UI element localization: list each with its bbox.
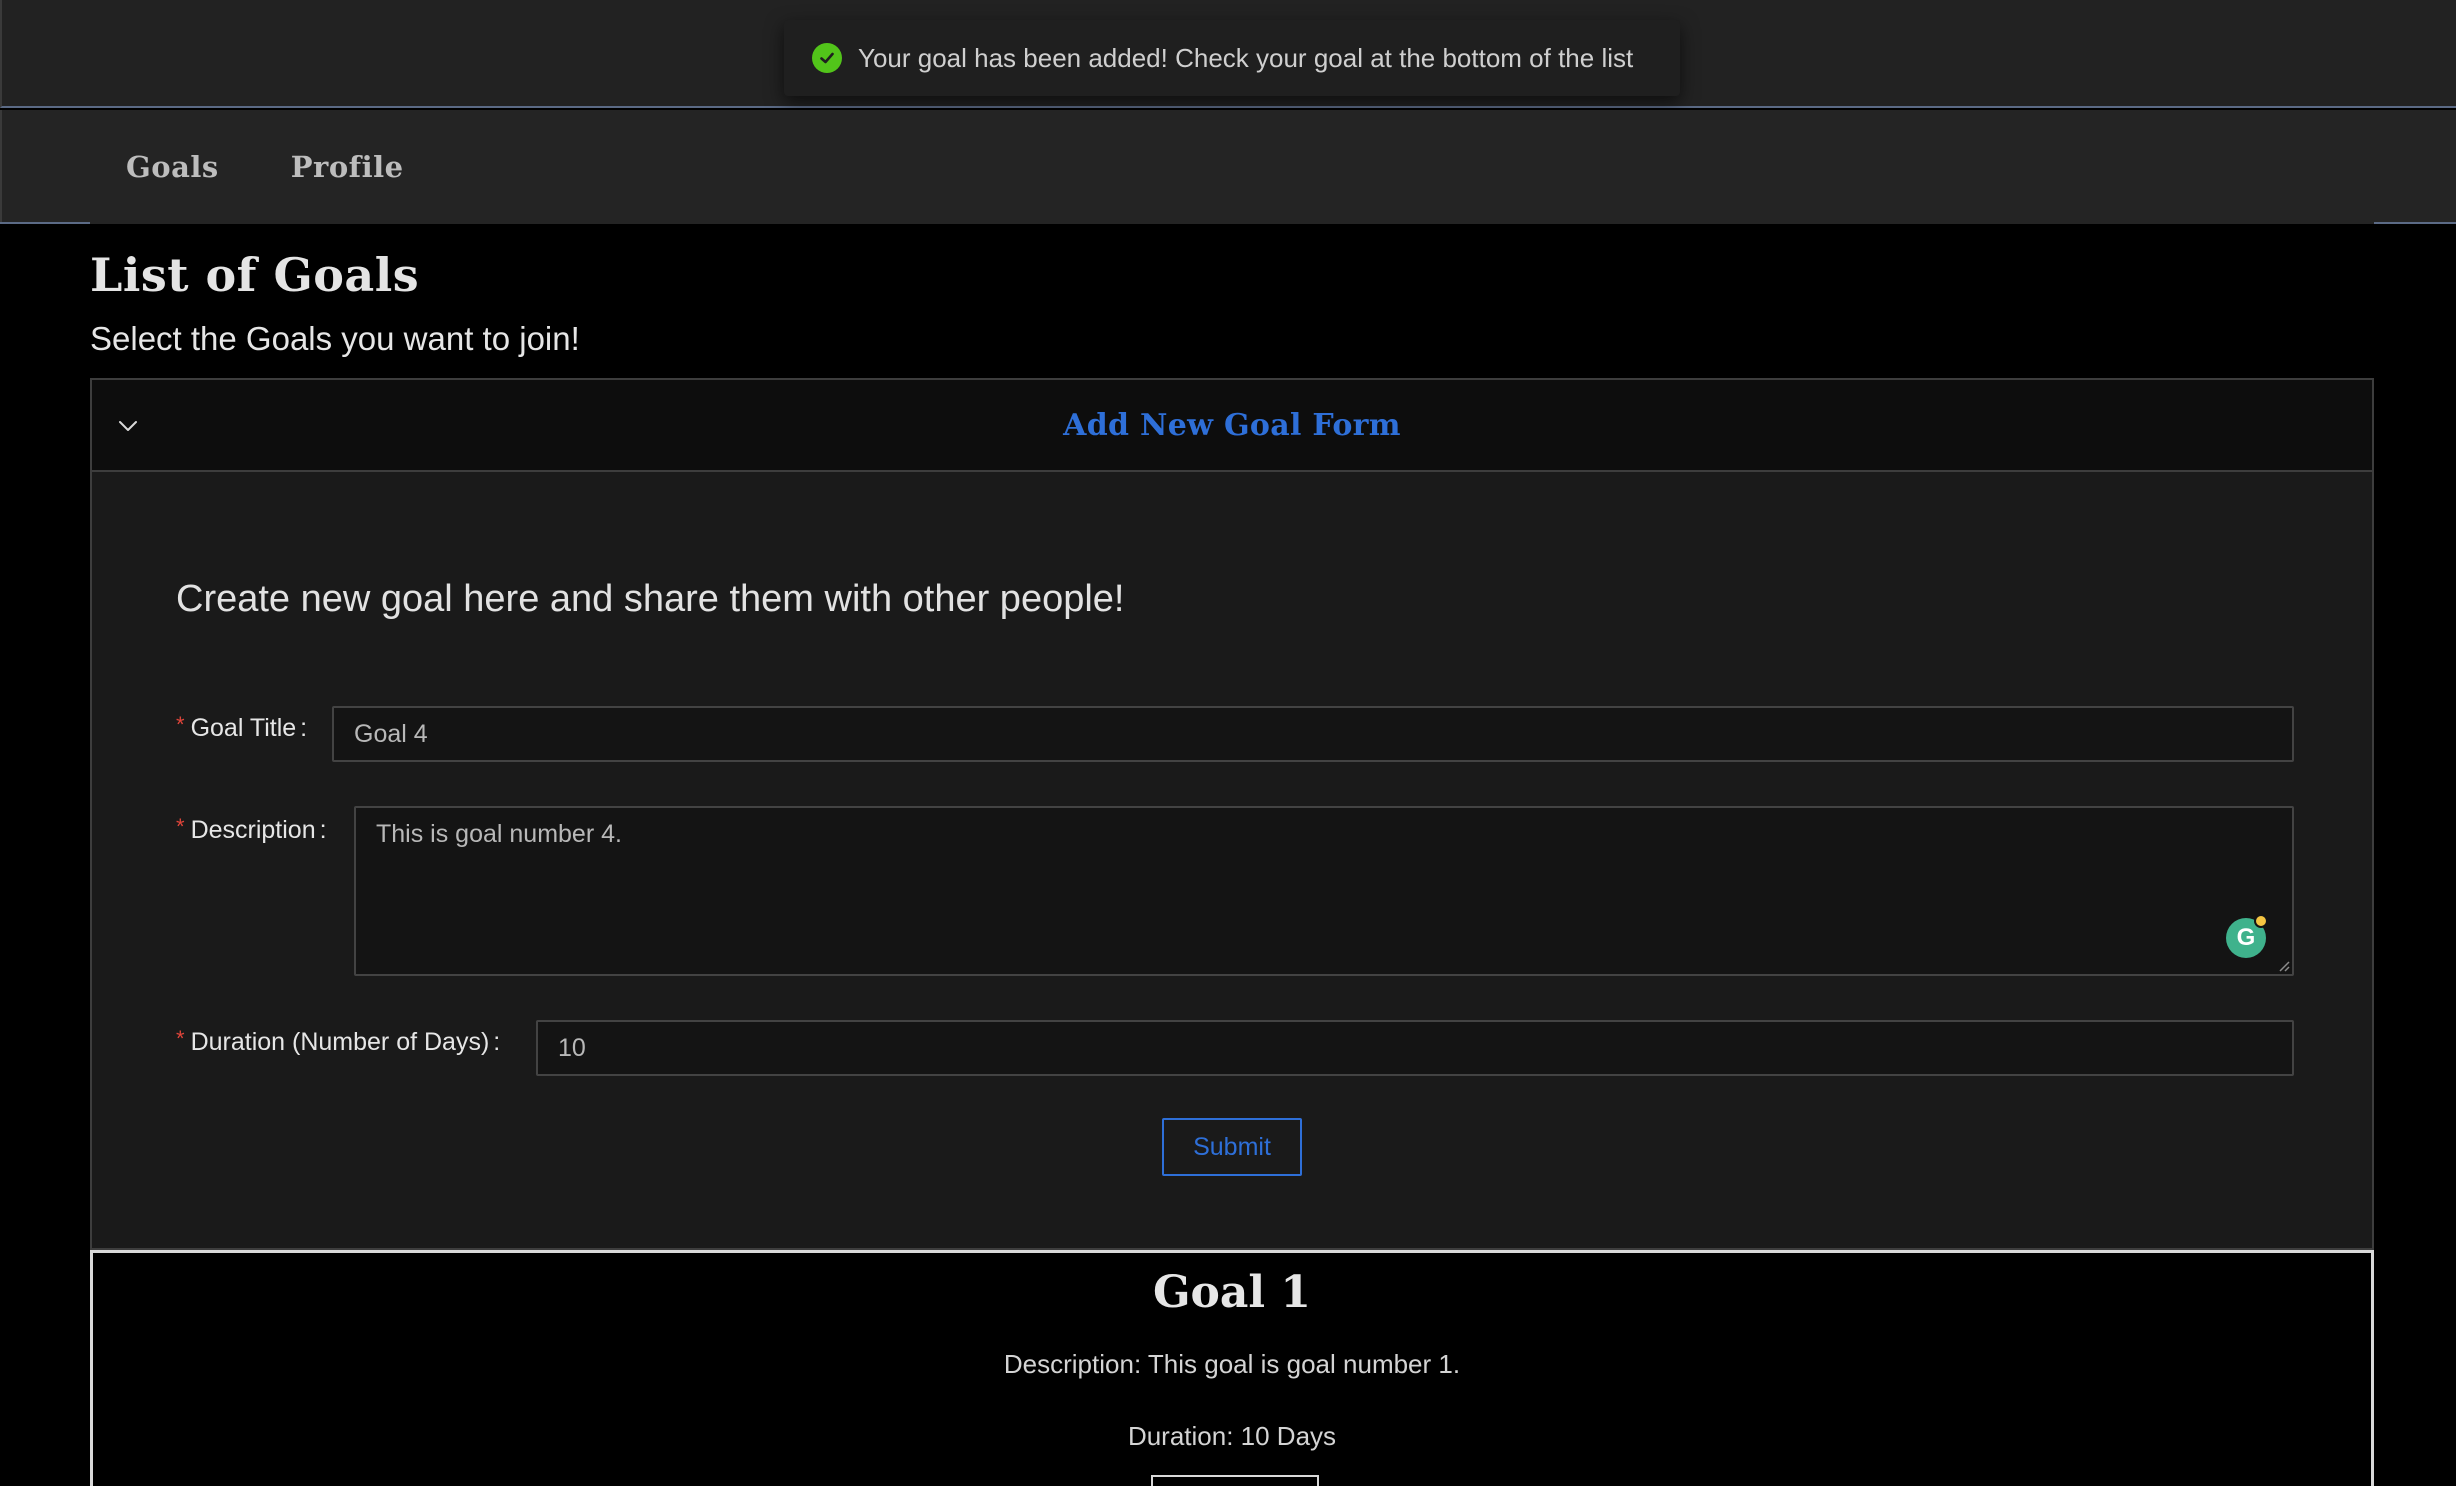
top-nav: Goals Profile — [0, 110, 2456, 224]
grammarly-letter: G — [2236, 924, 2256, 951]
goal-title: Goal 1 — [1152, 1267, 1312, 1318]
join-goal-button[interactable] — [1151, 1475, 1319, 1486]
nav-divider — [2374, 222, 2456, 224]
goal-title-value: Goal 4 — [354, 719, 428, 748]
submit-button[interactable]: Submit — [1162, 1118, 1302, 1176]
description-row: * Description: — [176, 814, 327, 845]
check-circle-icon — [812, 43, 842, 73]
duration-input[interactable]: 10 — [536, 1020, 2294, 1076]
goal-title-label: * Goal Title: — [176, 712, 308, 743]
label-colon: : — [319, 816, 327, 844]
goal-duration: Duration: 10 Days — [1127, 1421, 1337, 1451]
goal-card: Goal 1 Description: This goal is goal nu… — [90, 1250, 2374, 1486]
page: Your goal has been added! Check your goa… — [0, 0, 2456, 1486]
notification-dot — [2254, 914, 2268, 928]
panel-title: Add New Goal Form — [1063, 407, 1401, 443]
add-goal-collapse-panel: Add New Goal Form Create new goal here a… — [90, 378, 2374, 1250]
duration-label-text: Duration (Number of Days) — [190, 1028, 490, 1056]
grammarly-icon[interactable]: G — [2226, 914, 2268, 958]
duration-value: 10 — [558, 1033, 586, 1062]
success-toast: Your goal has been added! Check your goa… — [784, 20, 1680, 96]
goal-title-row: * Goal Title: — [176, 712, 308, 743]
nav-divider — [0, 222, 90, 224]
page-subtitle: Select the Goals you want to join! — [90, 320, 580, 357]
label-colon: : — [300, 714, 308, 742]
goal-description: Description: This goal is goal number 1. — [1003, 1349, 1461, 1379]
goal-title-label-text: Goal Title — [190, 714, 297, 742]
required-mark: * — [176, 814, 185, 839]
nav-item-goals[interactable]: Goals — [126, 150, 219, 184]
add-goal-panel-header[interactable]: Add New Goal Form — [92, 380, 2372, 472]
duration-row: * Duration (Number of Days): — [176, 1026, 501, 1057]
description-textarea[interactable]: This is goal number 4. G — [354, 806, 2294, 976]
goal-title-input[interactable]: Goal 4 — [332, 706, 2294, 762]
description-label: * Description: — [176, 814, 327, 845]
resize-grip-icon[interactable] — [2276, 958, 2290, 972]
toast-message: Your goal has been added! Check your goa… — [858, 42, 1634, 73]
nav-item-profile[interactable]: Profile — [291, 150, 404, 184]
required-mark: * — [176, 712, 185, 737]
form-heading: Create new goal here and share them with… — [176, 578, 1125, 620]
description-value: This is goal number 4. — [376, 820, 622, 848]
duration-label: * Duration (Number of Days): — [176, 1026, 501, 1057]
description-label-text: Description — [190, 816, 316, 844]
page-title: List of Goals — [90, 248, 420, 302]
chevron-down-icon[interactable] — [116, 414, 140, 438]
label-colon: : — [493, 1028, 501, 1056]
required-mark: * — [176, 1026, 185, 1051]
